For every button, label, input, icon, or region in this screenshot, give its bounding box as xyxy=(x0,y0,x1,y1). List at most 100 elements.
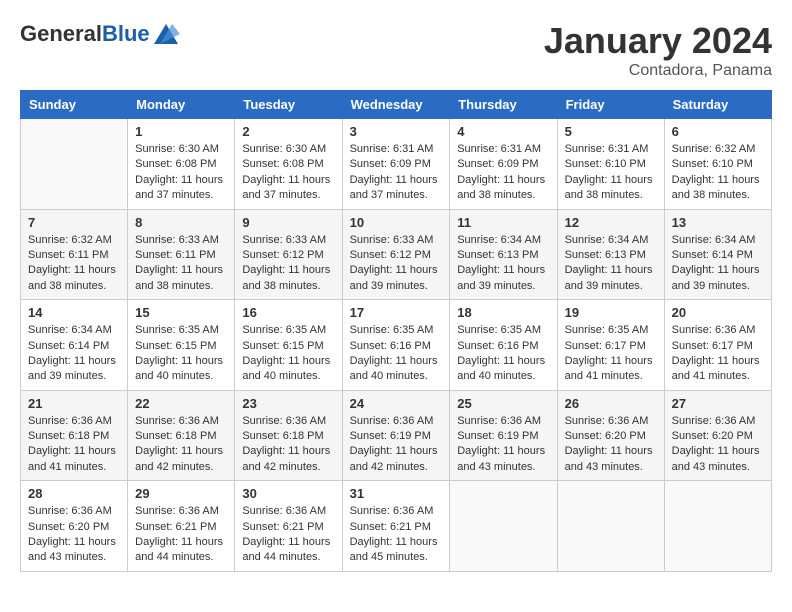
cell-content: Sunrise: 6:31 AMSunset: 6:10 PMDaylight:… xyxy=(565,142,657,204)
cell-content: Sunrise: 6:36 AMSunset: 6:17 PMDaylight:… xyxy=(672,323,764,385)
calendar-cell xyxy=(450,481,557,572)
day-number: 3 xyxy=(350,124,443,139)
cell-content: Sunrise: 6:32 AMSunset: 6:10 PMDaylight:… xyxy=(672,142,764,204)
cell-content: Sunrise: 6:36 AMSunset: 6:21 PMDaylight:… xyxy=(350,504,443,566)
week-row-3: 14 Sunrise: 6:34 AMSunset: 6:14 PMDayligh… xyxy=(21,300,772,391)
day-number: 23 xyxy=(242,396,334,411)
cell-content: Sunrise: 6:36 AMSunset: 6:20 PMDaylight:… xyxy=(565,414,657,476)
calendar-cell: 21 Sunrise: 6:36 AMSunset: 6:18 PMDayligh… xyxy=(21,390,128,481)
calendar-cell: 10 Sunrise: 6:33 AMSunset: 6:12 PMDayligh… xyxy=(342,209,450,300)
cell-content: Sunrise: 6:30 AMSunset: 6:08 PMDaylight:… xyxy=(242,142,334,204)
day-number: 16 xyxy=(242,305,334,320)
weekday-header-row: SundayMondayTuesdayWednesdayThursdayFrid… xyxy=(21,91,772,119)
day-number: 19 xyxy=(565,305,657,320)
calendar-cell: 19Sunrise: 6:35 AMSunset: 6:17 PMDayligh… xyxy=(557,300,664,391)
weekday-header-thursday: Thursday xyxy=(450,91,557,119)
day-number: 24 xyxy=(350,396,443,411)
cell-content: Sunrise: 6:31 AMSunset: 6:09 PMDaylight:… xyxy=(350,142,443,204)
cell-content: Sunrise: 6:36 AMSunset: 6:18 PMDaylight:… xyxy=(135,414,227,476)
calendar-cell: 29 Sunrise: 6:36 AMSunset: 6:21 PMDayligh… xyxy=(128,481,235,572)
cell-content: Sunrise: 6:34 AMSunset: 6:13 PMDaylight:… xyxy=(565,233,657,295)
month-title: January 2024 xyxy=(544,20,772,62)
title-block: January 2024 Contadora, Panama xyxy=(544,20,772,80)
calendar-cell: 15 Sunrise: 6:35 AMSunset: 6:15 PMDayligh… xyxy=(128,300,235,391)
calendar-cell: 4Sunrise: 6:31 AMSunset: 6:09 PMDaylight… xyxy=(450,119,557,210)
day-number: 10 xyxy=(350,215,443,230)
cell-content: Sunrise: 6:35 AMSunset: 6:16 PMDaylight:… xyxy=(350,323,443,385)
day-number: 22 xyxy=(135,396,227,411)
calendar-cell: 30 Sunrise: 6:36 AMSunset: 6:21 PMDayligh… xyxy=(235,481,342,572)
cell-content: Sunrise: 6:36 AMSunset: 6:18 PMDaylight:… xyxy=(242,414,334,476)
weekday-header-saturday: Saturday xyxy=(664,91,771,119)
calendar-cell: 3 Sunrise: 6:31 AMSunset: 6:09 PMDaylight… xyxy=(342,119,450,210)
calendar-cell xyxy=(21,119,128,210)
logo: GeneralBlue xyxy=(20,20,180,48)
page-header: GeneralBlue January 2024 Contadora, Pana… xyxy=(20,20,772,80)
day-number: 25 xyxy=(457,396,549,411)
day-number: 13 xyxy=(672,215,764,230)
cell-content: Sunrise: 6:36 AMSunset: 6:19 PMDaylight:… xyxy=(457,414,549,476)
calendar-cell: 9 Sunrise: 6:33 AMSunset: 6:12 PMDaylight… xyxy=(235,209,342,300)
weekday-header-wednesday: Wednesday xyxy=(342,91,450,119)
day-number: 4 xyxy=(457,124,549,139)
day-number: 7 xyxy=(28,215,120,230)
cell-content: Sunrise: 6:36 AMSunset: 6:18 PMDaylight:… xyxy=(28,414,120,476)
cell-content: Sunrise: 6:36 AMSunset: 6:21 PMDaylight:… xyxy=(135,504,227,566)
cell-content: Sunrise: 6:35 AMSunset: 6:16 PMDaylight:… xyxy=(457,323,549,385)
calendar-cell: 27 Sunrise: 6:36 AMSunset: 6:20 PMDayligh… xyxy=(664,390,771,481)
cell-content: Sunrise: 6:34 AMSunset: 6:13 PMDaylight:… xyxy=(457,233,549,295)
day-number: 8 xyxy=(135,215,227,230)
calendar-cell: 2 Sunrise: 6:30 AMSunset: 6:08 PMDaylight… xyxy=(235,119,342,210)
calendar-cell: 6 Sunrise: 6:32 AMSunset: 6:10 PMDaylight… xyxy=(664,119,771,210)
calendar-cell: 8 Sunrise: 6:33 AMSunset: 6:11 PMDaylight… xyxy=(128,209,235,300)
cell-content: Sunrise: 6:34 AMSunset: 6:14 PMDaylight:… xyxy=(28,323,120,385)
cell-content: Sunrise: 6:35 AMSunset: 6:15 PMDaylight:… xyxy=(135,323,227,385)
day-number: 1 xyxy=(135,124,227,139)
calendar-cell: 12 Sunrise: 6:34 AMSunset: 6:13 PMDayligh… xyxy=(557,209,664,300)
day-number: 11 xyxy=(457,215,549,230)
calendar-cell: 26Sunrise: 6:36 AMSunset: 6:20 PMDayligh… xyxy=(557,390,664,481)
cell-content: Sunrise: 6:36 AMSunset: 6:21 PMDaylight:… xyxy=(242,504,334,566)
day-number: 12 xyxy=(565,215,657,230)
week-row-5: 28Sunrise: 6:36 AMSunset: 6:20 PMDayligh… xyxy=(21,481,772,572)
cell-content: Sunrise: 6:36 AMSunset: 6:20 PMDaylight:… xyxy=(28,504,120,566)
weekday-header-sunday: Sunday xyxy=(21,91,128,119)
weekday-header-friday: Friday xyxy=(557,91,664,119)
day-number: 2 xyxy=(242,124,334,139)
calendar-cell: 31 Sunrise: 6:36 AMSunset: 6:21 PMDayligh… xyxy=(342,481,450,572)
calendar-cell: 16Sunrise: 6:35 AMSunset: 6:15 PMDayligh… xyxy=(235,300,342,391)
calendar-cell xyxy=(557,481,664,572)
calendar-cell xyxy=(664,481,771,572)
cell-content: Sunrise: 6:33 AMSunset: 6:12 PMDaylight:… xyxy=(242,233,334,295)
day-number: 6 xyxy=(672,124,764,139)
calendar-cell: 14 Sunrise: 6:34 AMSunset: 6:14 PMDayligh… xyxy=(21,300,128,391)
location-subtitle: Contadora, Panama xyxy=(544,62,772,80)
day-number: 31 xyxy=(350,486,443,501)
logo-icon xyxy=(152,20,180,48)
day-number: 30 xyxy=(242,486,334,501)
cell-content: Sunrise: 6:33 AMSunset: 6:12 PMDaylight:… xyxy=(350,233,443,295)
day-number: 20 xyxy=(672,305,764,320)
calendar-cell: 5Sunrise: 6:31 AMSunset: 6:10 PMDaylight… xyxy=(557,119,664,210)
calendar-cell: 22 Sunrise: 6:36 AMSunset: 6:18 PMDayligh… xyxy=(128,390,235,481)
day-number: 9 xyxy=(242,215,334,230)
cell-content: Sunrise: 6:36 AMSunset: 6:20 PMDaylight:… xyxy=(672,414,764,476)
day-number: 21 xyxy=(28,396,120,411)
day-number: 18 xyxy=(457,305,549,320)
cell-content: Sunrise: 6:36 AMSunset: 6:19 PMDaylight:… xyxy=(350,414,443,476)
weekday-header-monday: Monday xyxy=(128,91,235,119)
day-number: 29 xyxy=(135,486,227,501)
cell-content: Sunrise: 6:30 AMSunset: 6:08 PMDaylight:… xyxy=(135,142,227,204)
calendar-cell: 24 Sunrise: 6:36 AMSunset: 6:19 PMDayligh… xyxy=(342,390,450,481)
calendar-cell: 25 Sunrise: 6:36 AMSunset: 6:19 PMDayligh… xyxy=(450,390,557,481)
day-number: 15 xyxy=(135,305,227,320)
cell-content: Sunrise: 6:33 AMSunset: 6:11 PMDaylight:… xyxy=(135,233,227,295)
week-row-2: 7Sunrise: 6:32 AMSunset: 6:11 PMDaylight… xyxy=(21,209,772,300)
cell-content: Sunrise: 6:34 AMSunset: 6:14 PMDaylight:… xyxy=(672,233,764,295)
calendar-cell: 28Sunrise: 6:36 AMSunset: 6:20 PMDayligh… xyxy=(21,481,128,572)
day-number: 27 xyxy=(672,396,764,411)
day-number: 14 xyxy=(28,305,120,320)
calendar-cell: 11 Sunrise: 6:34 AMSunset: 6:13 PMDayligh… xyxy=(450,209,557,300)
weekday-header-tuesday: Tuesday xyxy=(235,91,342,119)
calendar-cell: 7Sunrise: 6:32 AMSunset: 6:11 PMDaylight… xyxy=(21,209,128,300)
